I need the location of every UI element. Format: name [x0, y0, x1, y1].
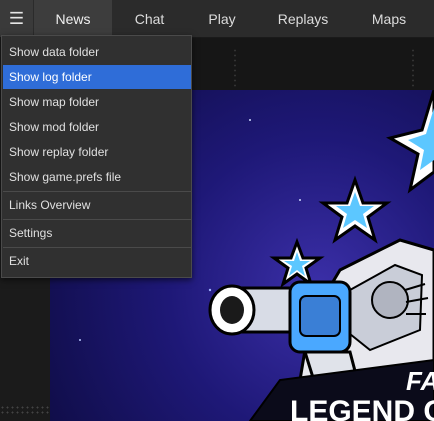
- menu-item-show-mod-folder[interactable]: Show mod folder: [3, 115, 191, 139]
- tab-chat[interactable]: Chat: [112, 0, 187, 37]
- tab-play[interactable]: Play: [187, 0, 257, 37]
- decorative-stripe: [0, 405, 50, 415]
- menu-item-show-replay-folder[interactable]: Show replay folder: [3, 140, 191, 164]
- menu-item-show-game-prefs-file[interactable]: Show game.prefs file: [3, 165, 191, 189]
- separator-dots: [412, 48, 414, 88]
- menu-item-show-data-folder[interactable]: Show data folder: [3, 40, 191, 64]
- menu-item-settings[interactable]: Settings: [3, 221, 191, 245]
- banner-title: LEGEND OF: [290, 395, 434, 421]
- separator-dots: [234, 48, 236, 88]
- menu-item-show-log-folder[interactable]: Show log folder: [3, 65, 191, 89]
- tab-maps[interactable]: Maps: [349, 0, 429, 37]
- tab-news[interactable]: News: [34, 0, 112, 37]
- main-dropdown-menu: Show data folder Show log folder Show ma…: [1, 35, 192, 278]
- menu-separator: [3, 247, 191, 248]
- menu-item-links-overview[interactable]: Links Overview: [3, 193, 191, 217]
- menu-item-exit[interactable]: Exit: [3, 249, 191, 273]
- tab-replays[interactable]: Replays: [257, 0, 349, 37]
- menu-icon[interactable]: ☰: [0, 0, 33, 37]
- menu-item-show-map-folder[interactable]: Show map folder: [3, 90, 191, 114]
- menu-separator: [3, 191, 191, 192]
- top-navigation-bar: ☰ News Chat Play Replays Maps: [0, 0, 434, 38]
- menu-separator: [3, 219, 191, 220]
- logo-fragment: FA: [406, 366, 434, 396]
